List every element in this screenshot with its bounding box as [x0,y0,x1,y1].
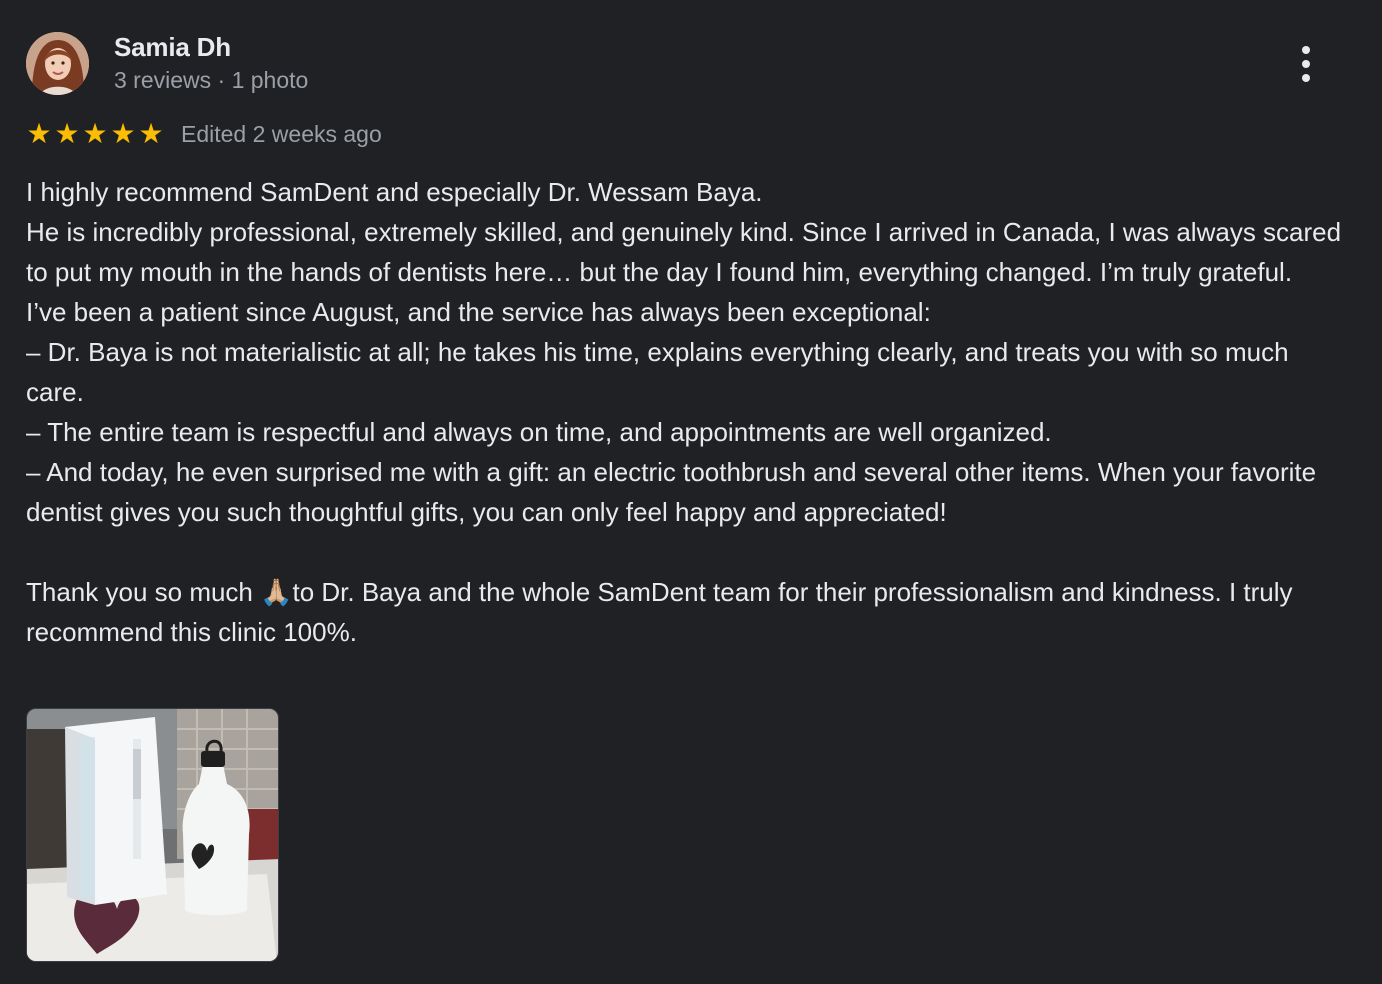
review-paragraph: I’ve been a patient since August, and th… [26,297,931,327]
author-name[interactable]: Samia Dh [114,32,231,63]
more-vert-icon-dot [1302,74,1310,82]
author-meta: 3 reviews · 1 photo [114,67,309,93]
star-icon: ★ [26,118,52,149]
star-icon: ★ [110,118,136,149]
star-icon: ★ [138,118,164,149]
star-icon: ★ [82,118,108,149]
review-paragraph: – Dr. Baya is not materialistic at all; … [26,337,1296,407]
review-photo[interactable] [26,708,279,962]
review-paragraph: Thank you so much 🙏🏼to Dr. Baya and the … [26,577,1300,647]
review-paragraph: – The entire team is respectful and alwa… [26,417,1052,447]
rating-row: ★ ★ ★ ★ ★ Edited 2 weeks ago [26,118,382,150]
review-paragraph: I highly recommend SamDent and especiall… [26,177,763,207]
review-paragraph: He is incredibly professional, extremely… [26,217,1349,287]
star-icon: ★ [54,118,80,149]
review-card: Samia Dh 3 reviews · 1 photo ★ ★ ★ ★ ★ E… [0,0,1382,984]
review-paragraph: – And today, he even surprised me with a… [26,457,1324,527]
more-vert-icon-dot [1302,60,1310,68]
more-vert-icon [1302,46,1310,54]
review-text: I highly recommend SamDent and especiall… [26,172,1346,652]
avatar[interactable] [26,32,89,95]
more-options-button[interactable] [1288,42,1324,86]
review-date: Edited 2 weeks ago [181,120,382,147]
star-rating: ★ ★ ★ ★ ★ [26,120,164,148]
